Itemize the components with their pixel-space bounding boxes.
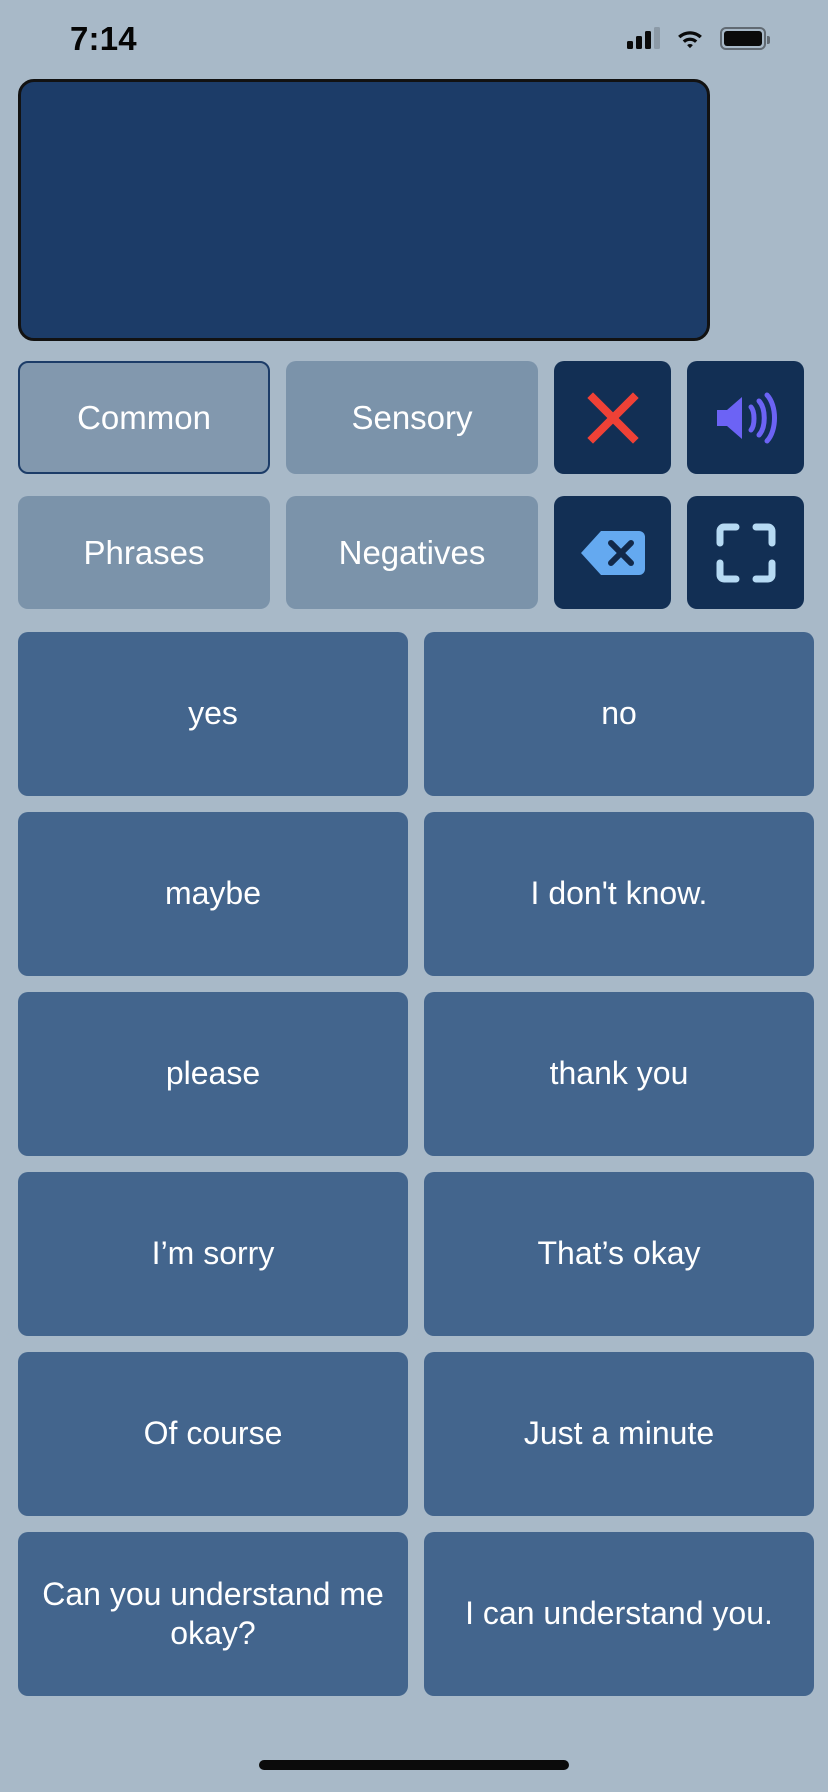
message-output-box[interactable]	[18, 79, 710, 341]
phrase-button[interactable]: I don't know.	[424, 812, 814, 976]
category-button-sensory[interactable]: Sensory	[286, 361, 538, 474]
phrase-button[interactable]: Of course	[18, 1352, 408, 1516]
home-indicator	[259, 1760, 569, 1770]
category-and-controls-area: Common Sensory Phrases Negatives	[0, 356, 828, 618]
wifi-icon	[678, 31, 702, 49]
backspace-delete-icon	[580, 530, 645, 575]
category-row-2: Phrases Negatives	[0, 496, 828, 609]
phrase-button[interactable]: no	[424, 632, 814, 796]
fullscreen-expand-icon	[716, 523, 775, 582]
phrase-grid-area[interactable]: yes no maybe I don't know. please thank …	[0, 626, 828, 1716]
cellular-signal-icon	[627, 27, 660, 49]
category-row-1: Common Sensory	[0, 361, 828, 474]
phrase-button[interactable]: yes	[18, 632, 408, 796]
category-button-phrases[interactable]: Phrases	[18, 496, 270, 609]
phrase-button[interactable]: That’s okay	[424, 1172, 814, 1336]
phrase-button[interactable]: maybe	[18, 812, 408, 976]
speaker-volume-icon	[716, 392, 777, 443]
phrase-button[interactable]: I can understand you.	[424, 1532, 814, 1696]
clear-button[interactable]	[554, 361, 671, 474]
battery-fill	[724, 30, 762, 46]
phrase-grid: yes no maybe I don't know. please thank …	[0, 626, 828, 1696]
phrase-button[interactable]: I’m sorry	[18, 1172, 408, 1336]
phrase-button[interactable]: Just a minute	[424, 1352, 814, 1516]
status-bar-time: 7:14	[70, 19, 137, 57]
phrase-button[interactable]: thank you	[424, 992, 814, 1156]
phrase-button[interactable]: Can you understand me okay?	[18, 1532, 408, 1696]
phrase-button[interactable]: please	[18, 992, 408, 1156]
backspace-button[interactable]	[554, 496, 671, 609]
status-bar-icons	[627, 23, 770, 50]
fullscreen-button[interactable]	[687, 496, 804, 609]
status-bar: 7:14	[0, 0, 828, 72]
category-button-common[interactable]: Common	[18, 361, 270, 474]
battery-icon	[720, 26, 770, 50]
category-button-negatives[interactable]: Negatives	[286, 496, 538, 609]
close-x-icon	[586, 391, 639, 444]
speak-button[interactable]	[687, 361, 804, 474]
